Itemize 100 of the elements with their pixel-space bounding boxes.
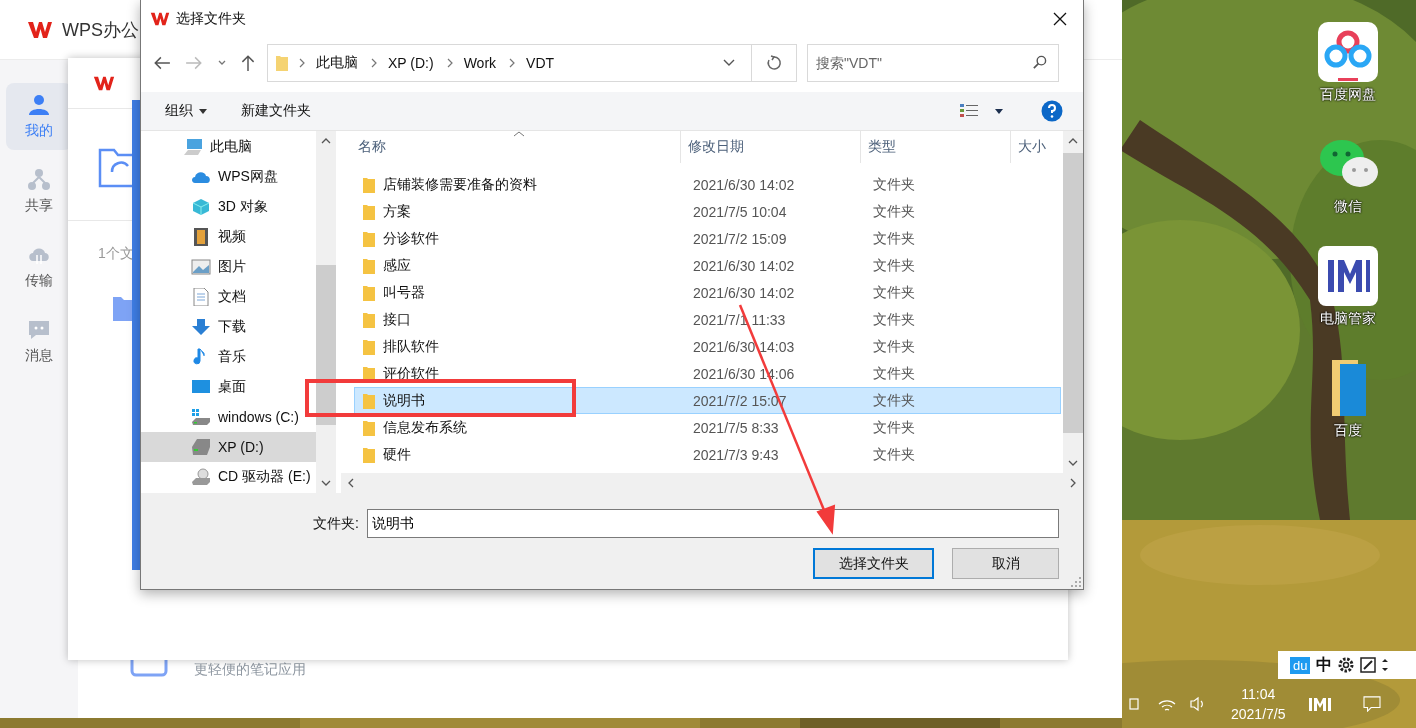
file-name: 方案 [383, 202, 411, 221]
scroll-left-icon[interactable] [348, 478, 354, 488]
type-cell-text: 文件夹 [873, 310, 916, 329]
column-header[interactable]: 大小 [1011, 131, 1061, 163]
tree-item[interactable]: WPS网盘 [141, 162, 316, 192]
folder-icon [363, 311, 375, 328]
date-cell-text: 2021/7/3 9:43 [693, 446, 780, 463]
type-cell-text: 文件夹 [873, 418, 916, 437]
chevron-down-icon[interactable] [723, 59, 735, 67]
drive-icon [191, 438, 211, 456]
sort-caret-icon [513, 131, 525, 137]
back-icon[interactable] [153, 54, 171, 72]
type-cell-text: 文件夹 [873, 337, 916, 356]
file-row[interactable]: 分诊软件 2021/7/2 15:09 文件夹 [354, 225, 1061, 252]
column-header[interactable]: 修改日期 [681, 131, 861, 163]
file-name: 叫号器 [383, 283, 425, 302]
breadcrumb[interactable]: VDT [526, 55, 555, 71]
app-title: WPS办公 [62, 18, 139, 42]
scroll-down-icon[interactable] [321, 480, 331, 486]
sidebar-item[interactable]: 传输 [6, 233, 72, 300]
scroll-up-icon[interactable] [321, 138, 331, 144]
type-cell-text: 文件夹 [873, 391, 916, 410]
drive-icon [191, 408, 211, 426]
tree-item[interactable]: CD 驱动器 (E:) [141, 462, 316, 492]
column-header[interactable]: 类型 [861, 131, 1011, 163]
tree-item[interactable]: 此电脑 [141, 132, 316, 162]
folder-icon [363, 257, 375, 274]
select-folder-button[interactable]: 选择文件夹 [813, 548, 934, 579]
file-row[interactable]: 方案 2021/7/5 10:04 文件夹 [354, 198, 1061, 225]
help-icon[interactable] [1041, 100, 1063, 122]
tree-item[interactable]: 3D 对象 [141, 192, 316, 222]
file-name: 硬件 [383, 445, 411, 464]
tree-item[interactable]: 文档 [141, 282, 316, 312]
tree-item[interactable]: 图片 [141, 252, 316, 282]
file-row[interactable]: 叫号器 2021/6/30 14:02 文件夹 [354, 279, 1061, 306]
up-arrow-icon[interactable] [239, 54, 257, 72]
type-cell-text: 文件夹 [873, 364, 916, 383]
tree-item[interactable]: 桌面 [141, 372, 316, 402]
download-icon [191, 318, 211, 336]
scrollbar[interactable] [316, 131, 336, 493]
image-icon [191, 258, 211, 276]
date-cell-text: 2021/6/30 14:02 [693, 284, 796, 301]
scroll-up-icon[interactable] [1068, 138, 1078, 144]
type-cell-text: 文件夹 [873, 175, 916, 194]
chevron-right-icon [370, 58, 378, 68]
resize-grip-icon[interactable] [1071, 577, 1081, 587]
folder-icon [363, 176, 375, 193]
app-description: 更轻便的笔记应用 [194, 661, 306, 677]
field-label: 文件夹: [313, 514, 359, 533]
refresh-icon [766, 55, 782, 71]
caret-icon[interactable] [995, 108, 1003, 114]
share-icon [27, 168, 51, 192]
search-field[interactable]: 搜索"VDT" [807, 44, 1059, 82]
file-row[interactable]: 硬件 2021/7/3 9:43 文件夹 [354, 441, 1061, 468]
date-cell-text: 2021/7/2 15:09 [693, 230, 788, 247]
new-folder-button[interactable]: 新建文件夹 [231, 98, 321, 124]
caret-icon [199, 108, 207, 114]
logo-icon [93, 74, 115, 92]
organize-menu[interactable]: 组织 [155, 98, 217, 124]
file-row[interactable]: 信息发布系统 2021/7/5 8:33 文件夹 [354, 414, 1061, 441]
scroll-down-icon[interactable] [1068, 460, 1078, 466]
chat-icon [27, 318, 51, 342]
dialog-title: 选择文件夹 [176, 10, 247, 28]
address-bar[interactable]: 此电脑 XP (D:) Work VDT [267, 44, 797, 82]
tree-item[interactable]: 下载 [141, 312, 316, 342]
breadcrumb[interactable]: 此电脑 [316, 54, 358, 72]
folder-icon [363, 203, 375, 220]
film-icon [191, 228, 211, 246]
type-cell-text: 文件夹 [873, 283, 916, 302]
sidebar-item[interactable]: 消息 [6, 308, 72, 375]
close-icon[interactable] [1053, 12, 1067, 26]
breadcrumb[interactable]: Work [463, 55, 497, 71]
chevron-right-icon [445, 58, 454, 68]
file-row[interactable]: 感应 2021/6/30 14:02 文件夹 [354, 252, 1061, 279]
document-icon [191, 288, 211, 306]
folder-icon [363, 419, 375, 436]
file-row[interactable]: 店铺装修需要准备的资料 2021/6/30 14:02 文件夹 [354, 171, 1061, 198]
folder-icon [363, 446, 375, 463]
view-list-icon[interactable] [959, 103, 979, 119]
scrollbar[interactable] [1063, 131, 1083, 473]
breadcrumb[interactable]: XP (D:) [388, 55, 434, 71]
type-cell-text: 文件夹 [873, 229, 916, 248]
column-header[interactable]: 名称 [341, 131, 681, 163]
file-name: 店铺装修需要准备的资料 [383, 175, 537, 194]
tree-item[interactable]: windows (C:) [141, 402, 316, 432]
type-cell-text: 文件夹 [873, 256, 916, 275]
logo-icon [150, 11, 170, 27]
scroll-right-icon[interactable] [1070, 478, 1076, 488]
scrollbar[interactable] [341, 473, 1083, 493]
tree-item[interactable]: XP (D:) [141, 432, 316, 462]
search-icon [1032, 55, 1047, 70]
tree-item[interactable]: 视频 [141, 222, 316, 252]
sidebar-item[interactable]: 共享 [6, 158, 72, 225]
folder-name-field[interactable]: 说明书 [367, 509, 1059, 538]
tree-item[interactable]: 音乐 [141, 342, 316, 372]
date-cell-text: 2021/6/30 14:03 [693, 338, 796, 355]
file-row[interactable]: 排队软件 2021/6/30 14:03 文件夹 [354, 333, 1061, 360]
chevron-right-icon [298, 58, 306, 68]
type-cell-text: 文件夹 [873, 202, 916, 221]
cancel-button[interactable]: 取消 [952, 548, 1059, 579]
